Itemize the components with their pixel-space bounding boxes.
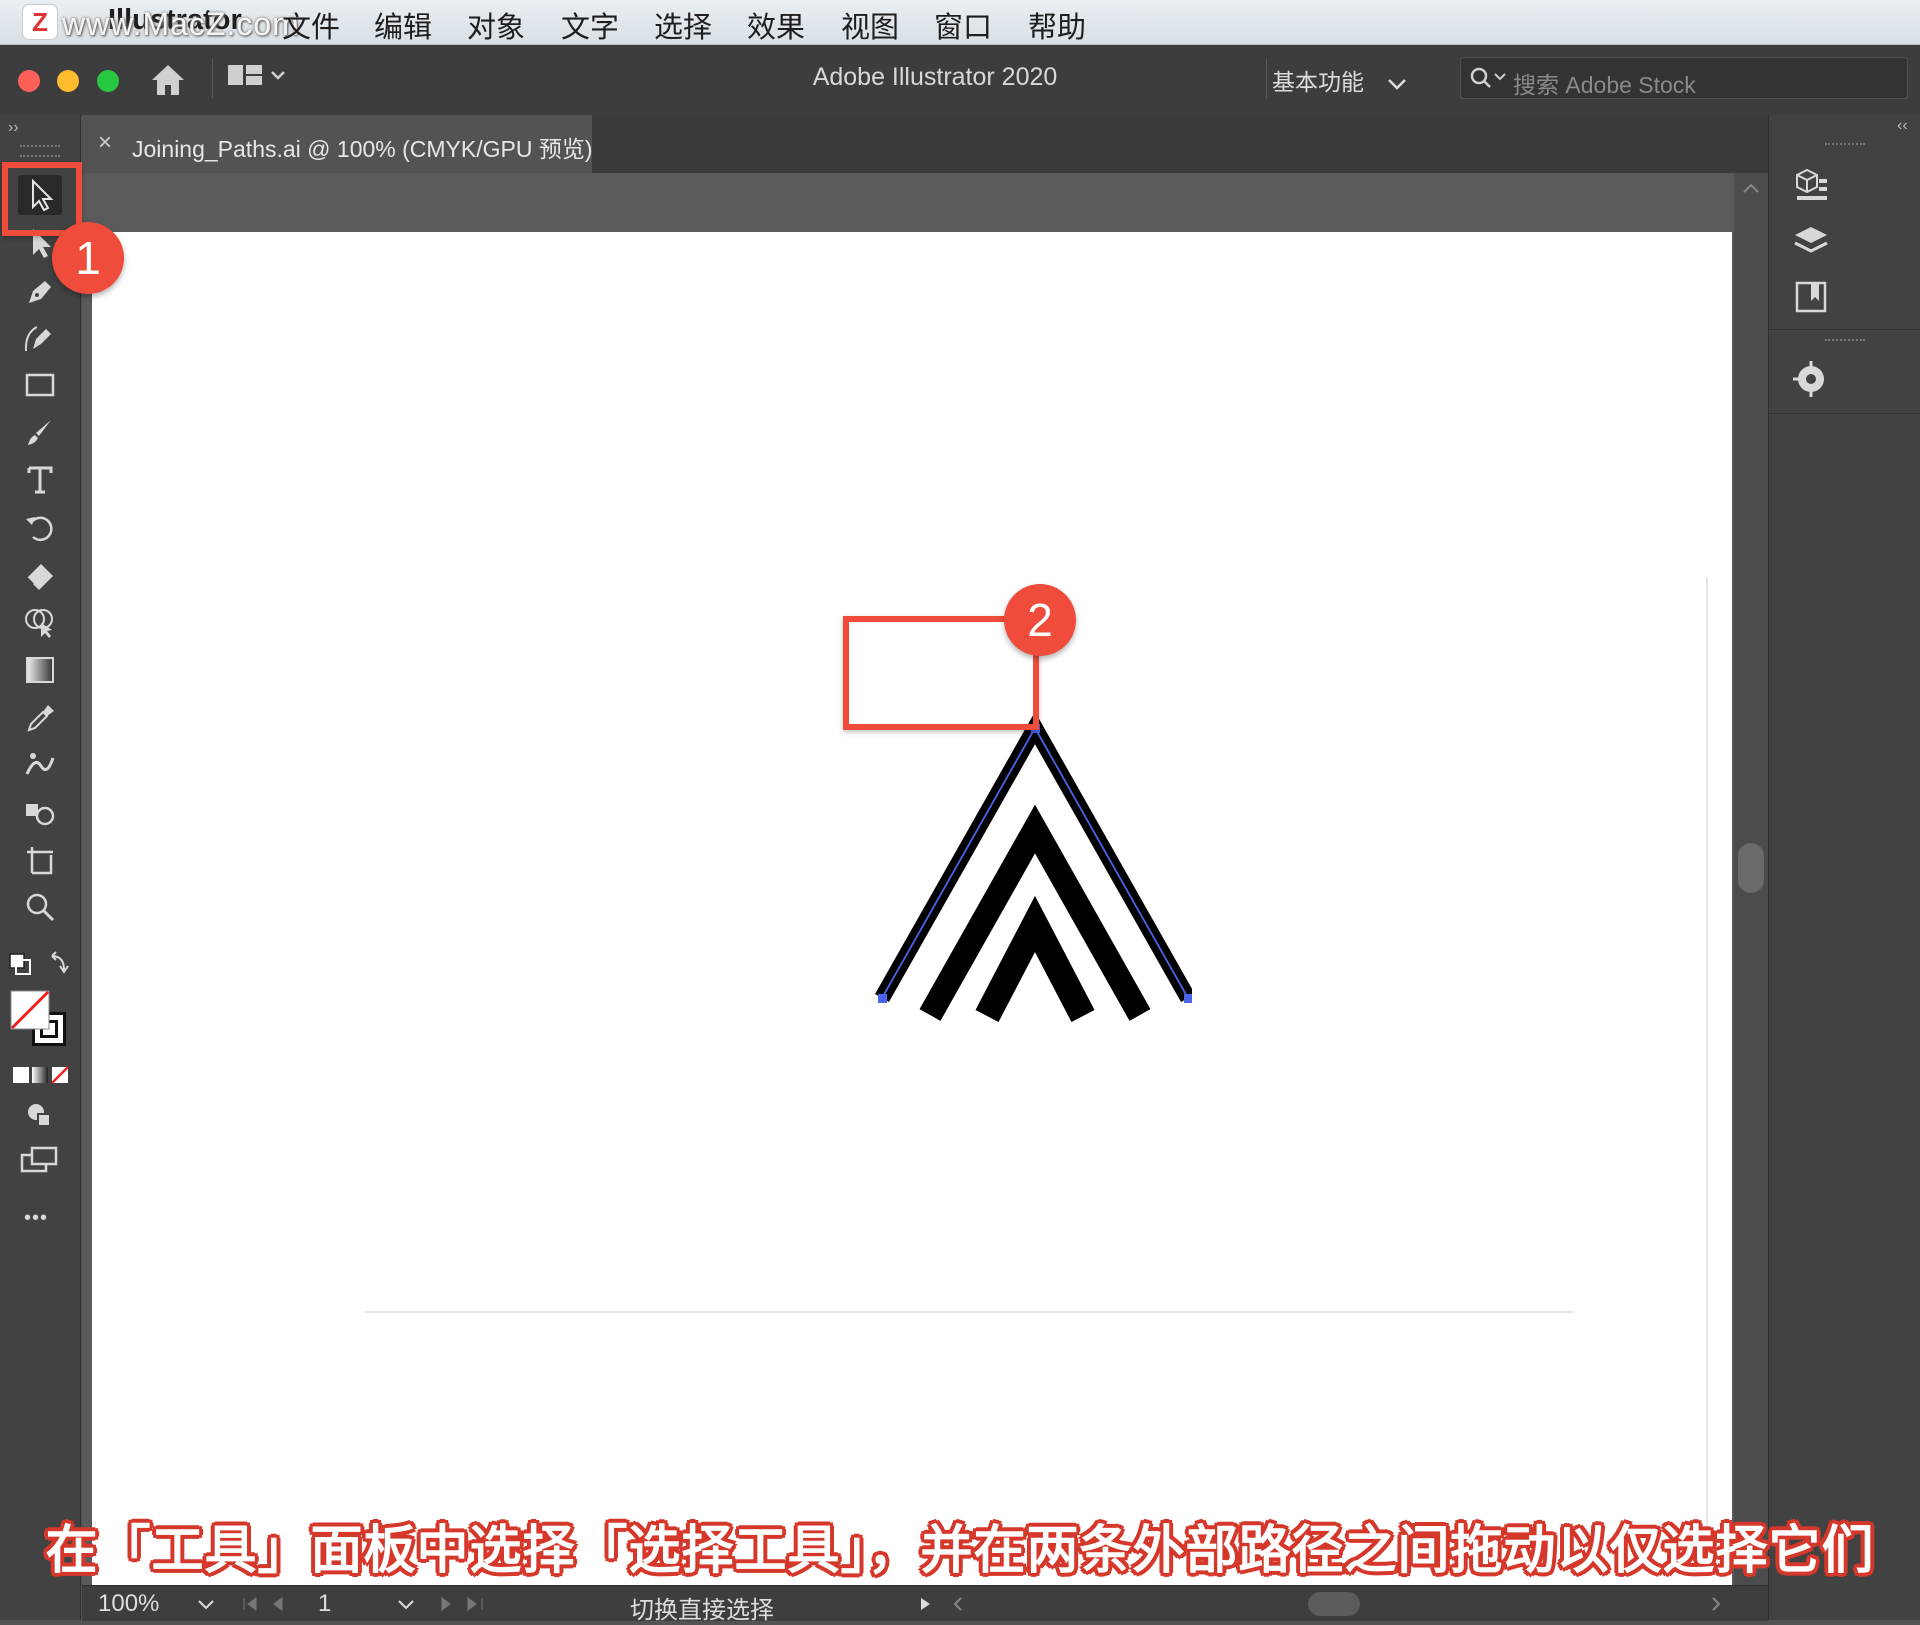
vertical-scrollbar[interactable] <box>1734 173 1768 1585</box>
next-last-artboard-icons[interactable] <box>438 1596 488 1612</box>
menu-edit[interactable]: 编辑 <box>374 4 432 46</box>
paintbrush-tool[interactable] <box>18 413 62 453</box>
shape-builder-icon <box>25 609 53 638</box>
color-mode-icons[interactable] <box>12 1065 70 1085</box>
menu-view[interactable]: 视图 <box>841 4 899 46</box>
selected-path <box>881 726 1189 999</box>
document-tab-bar: × Joining_Paths.ai @ 100% (CMYK/GPU 预览) <box>82 115 1768 173</box>
scroll-thumb[interactable] <box>1738 843 1764 893</box>
mac-menu-bar: Z Illustrator www.MacZ.com 文件 编辑 对象 文字 选… <box>0 0 1920 45</box>
workspace-label: 基本功能 <box>1272 69 1364 95</box>
app-logo-icon: Z <box>22 4 58 40</box>
pen-tool[interactable] <box>18 272 62 312</box>
anchor-point[interactable] <box>1184 994 1192 1003</box>
menu-object[interactable]: 对象 <box>467 4 525 46</box>
tutorial-subtitle: 在「工具」面板中选择「选择工具」，并在两条外部路径之间拖动以仅选择它们 <box>45 1522 1875 1580</box>
properties-panel-icon[interactable] <box>1791 165 1831 205</box>
menu-help[interactable]: 帮助 <box>1028 4 1086 46</box>
rotate-icon <box>26 516 53 542</box>
curvature-pen-icon <box>24 326 51 352</box>
watermark: www.MacZ.com <box>62 6 300 42</box>
fill-stroke-swatches[interactable] <box>10 990 70 1050</box>
close-tab-icon[interactable]: × <box>98 129 112 157</box>
right-panel-dock: ‹‹ <box>1768 115 1920 1620</box>
rotate-tool[interactable] <box>18 508 62 548</box>
shape-builder-tool[interactable] <box>18 602 62 642</box>
app-title-bar: Adobe Illustrator 2020 基本功能 搜索 Adobe Sto… <box>0 45 1920 116</box>
zoom-icon <box>26 893 55 922</box>
symbol-sprayer-tool[interactable] <box>18 793 62 833</box>
guide-line-vertical <box>1706 577 1708 1537</box>
artboard-icon <box>27 847 53 875</box>
pen-icon <box>29 281 51 303</box>
menu-type[interactable]: 文字 <box>561 4 619 46</box>
callout-2: 2 <box>1004 584 1076 656</box>
type-icon <box>27 466 53 494</box>
stock-search-input[interactable]: 搜索 Adobe Stock <box>1460 57 1908 99</box>
swap-fill-stroke-icon[interactable] <box>8 950 72 980</box>
rectangle-icon <box>25 373 55 397</box>
panel-grip[interactable] <box>1825 339 1865 347</box>
panel-grip[interactable] <box>20 145 60 157</box>
curvature-tool[interactable] <box>18 318 62 358</box>
type-tool[interactable] <box>18 460 62 500</box>
scroll-right-icon[interactable] <box>1708 1596 1724 1612</box>
chevron-down-icon <box>1388 79 1407 90</box>
chevron-down-icon[interactable] <box>196 1598 216 1612</box>
horizontal-scroll-thumb[interactable] <box>1308 1592 1360 1616</box>
artboard-tool[interactable] <box>18 840 62 880</box>
gradient-icon <box>26 657 54 683</box>
scroll-up-icon[interactable] <box>1740 181 1762 195</box>
menu-effect[interactable]: 效果 <box>747 4 805 46</box>
document-tab[interactable]: × Joining_Paths.ai @ 100% (CMYK/GPU 预览) <box>82 115 593 173</box>
color-guide-panel-icon[interactable] <box>1791 359 1831 399</box>
callout-1: 1 <box>52 222 124 294</box>
edit-toolbar-more-icon[interactable]: ••• <box>24 1207 48 1230</box>
fill-none-swatch[interactable] <box>10 990 50 1030</box>
puppet-warp-icon <box>25 753 55 775</box>
search-icon <box>1470 67 1506 88</box>
symbol-sprayer-icon <box>26 804 55 826</box>
panel-grip[interactable] <box>1825 143 1865 151</box>
eyedropper-tool[interactable] <box>18 697 62 737</box>
workspace-switcher[interactable]: 基本功能 <box>1272 63 1408 97</box>
anchor-point[interactable] <box>878 994 887 1003</box>
tools-panel: ›› ••• <box>0 115 81 1620</box>
libraries-panel-icon[interactable] <box>1791 277 1831 317</box>
zoom-level[interactable]: 100% <box>98 1590 159 1618</box>
document-tab-label: Joining_Paths.ai @ 100% (CMYK/GPU 预览) <box>132 136 593 162</box>
status-bar: 100% 1 切换直接选择 <box>82 1585 1768 1624</box>
puppet-warp-tool[interactable] <box>18 745 62 785</box>
status-menu-arrow-icon[interactable] <box>918 1596 934 1612</box>
chevron-down-icon[interactable] <box>396 1598 416 1612</box>
eraser-icon <box>26 564 53 590</box>
gradient-tool[interactable] <box>18 650 62 690</box>
layers-panel-icon[interactable] <box>1791 221 1831 261</box>
paintbrush-icon <box>28 420 51 445</box>
guide-line-horizontal <box>365 1311 1573 1313</box>
menu-select[interactable]: 选择 <box>654 4 712 46</box>
artboard[interactable] <box>92 232 1732 1585</box>
draw-mode-icon[interactable] <box>24 1100 54 1130</box>
menu-file[interactable]: 文件 <box>282 4 340 46</box>
eyedropper-icon <box>27 705 54 732</box>
rectangle-tool[interactable] <box>18 365 62 405</box>
scroll-left-icon[interactable] <box>950 1596 966 1612</box>
divider <box>1769 413 1920 414</box>
artboard-number[interactable]: 1 <box>318 1590 331 1618</box>
highlight-selection-tool <box>2 162 82 236</box>
menu-window[interactable]: 窗口 <box>934 4 992 46</box>
eraser-tool[interactable] <box>18 555 62 595</box>
screen-mode-icon[interactable] <box>20 1145 60 1175</box>
collapse-dock-icon[interactable]: ‹‹ <box>1897 117 1908 135</box>
divider <box>1266 59 1267 99</box>
collapse-panel-icon[interactable]: ›› <box>8 119 19 137</box>
divider <box>1769 329 1920 330</box>
first-prev-artboard-icons[interactable] <box>242 1596 292 1612</box>
search-placeholder: 搜索 Adobe Stock <box>1513 72 1696 98</box>
zoom-tool[interactable] <box>18 887 62 927</box>
